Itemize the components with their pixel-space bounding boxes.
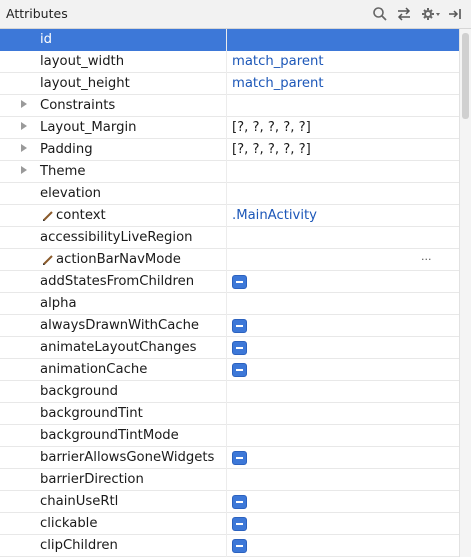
expand-arrow-icon[interactable]: [21, 100, 27, 108]
attributes-header: Attributes: [0, 0, 471, 29]
attribute-value[interactable]: match_parent: [232, 76, 324, 91]
attribute-name: layout_width: [40, 54, 125, 69]
indeterminate-checkbox[interactable]: [232, 539, 247, 553]
attribute-name: barrierDirection: [40, 472, 144, 487]
attribute-name: Theme: [40, 164, 86, 179]
attribute-name: animateLayoutChanges: [40, 340, 197, 355]
attribute-row[interactable]: backgroundTintMode: [0, 425, 459, 447]
panel-title: Attributes: [6, 6, 68, 21]
attributes-table: id layout_width match_parent layout_height m…: [0, 29, 459, 557]
attribute-name: clipChildren: [40, 538, 118, 553]
attribute-row[interactable]: elevation: [0, 183, 459, 205]
attribute-row[interactable]: barrierDirection: [0, 469, 459, 491]
pencil-icon: [43, 255, 53, 265]
attribute-row[interactable]: Padding [?, ?, ?, ?, ?]: [0, 139, 459, 161]
attribute-row[interactable]: animationCache: [0, 359, 459, 381]
expand-arrow-icon[interactable]: [21, 144, 27, 152]
attribute-name: context: [56, 208, 106, 223]
vertical-scrollbar[interactable]: [459, 29, 471, 557]
attribute-row[interactable]: id: [0, 29, 459, 51]
attribute-value[interactable]: [?, ?, ?, ?, ?]: [232, 142, 311, 157]
indeterminate-checkbox[interactable]: [232, 451, 247, 465]
attribute-name: addStatesFromChildren: [40, 274, 195, 289]
attribute-name: accessibilityLiveRegion: [40, 230, 193, 245]
attribute-name: Layout_Margin: [40, 120, 137, 135]
attribute-row[interactable]: layout_width match_parent: [0, 51, 459, 73]
attribute-name: chainUseRtl: [40, 494, 119, 509]
attribute-row[interactable]: clickable: [0, 513, 459, 535]
attribute-row[interactable]: Constraints: [0, 95, 459, 117]
attribute-row[interactable]: layout_height match_parent: [0, 73, 459, 95]
attribute-row[interactable]: backgroundTint: [0, 403, 459, 425]
attribute-row[interactable]: addStatesFromChildren: [0, 271, 459, 293]
attribute-value[interactable]: match_parent: [232, 54, 324, 69]
attribute-name: layout_height: [40, 76, 130, 91]
attribute-name: alwaysDrawnWithCache: [40, 318, 200, 333]
indeterminate-checkbox[interactable]: [232, 363, 247, 377]
indeterminate-checkbox[interactable]: [232, 275, 247, 289]
attribute-name: Constraints: [40, 98, 116, 113]
attribute-value[interactable]: .MainActivity: [232, 208, 317, 223]
indeterminate-checkbox[interactable]: [232, 495, 247, 509]
attribute-row[interactable]: chainUseRtl: [0, 491, 459, 513]
indeterminate-checkbox[interactable]: [232, 517, 247, 531]
pin-icon[interactable]: [446, 4, 464, 24]
attribute-row[interactable]: accessibilityLiveRegion: [0, 227, 459, 249]
attribute-row[interactable]: alwaysDrawnWithCache: [0, 315, 459, 337]
attribute-name: elevation: [40, 186, 102, 201]
attribute-row[interactable]: Theme: [0, 161, 459, 183]
attribute-name: Padding: [40, 142, 93, 157]
attribute-name: actionBarNavMode: [56, 252, 181, 267]
attribute-name: alpha: [40, 296, 77, 311]
attribute-name: backgroundTint: [40, 406, 143, 421]
attribute-name: backgroundTintMode: [40, 428, 179, 443]
indeterminate-checkbox[interactable]: [232, 319, 247, 333]
pencil-icon: [43, 211, 53, 221]
attribute-name: barrierAllowsGoneWidgets: [40, 450, 215, 465]
attribute-row[interactable]: actionBarNavMode...: [0, 249, 459, 271]
attribute-row[interactable]: Layout_Margin [?, ?, ?, ?, ?]: [0, 117, 459, 139]
swap-arrows-icon[interactable]: [395, 4, 413, 24]
column-divider: [226, 29, 227, 557]
attribute-name: id: [40, 32, 53, 47]
more-options-button[interactable]: ...: [421, 250, 432, 263]
attribute-row[interactable]: context .MainActivity: [0, 205, 459, 227]
expand-arrow-icon[interactable]: [21, 166, 27, 174]
attribute-name: clickable: [40, 516, 98, 531]
scrollbar-thumb[interactable]: [462, 33, 469, 119]
expand-arrow-icon[interactable]: [21, 122, 27, 130]
attribute-row[interactable]: barrierAllowsGoneWidgets: [0, 447, 459, 469]
attribute-name: animationCache: [40, 362, 148, 377]
search-icon[interactable]: [371, 4, 389, 24]
attribute-row[interactable]: background: [0, 381, 459, 403]
attribute-value[interactable]: [?, ?, ?, ?, ?]: [232, 120, 311, 135]
attribute-row[interactable]: animateLayoutChanges: [0, 337, 459, 359]
attribute-name: background: [40, 384, 118, 399]
attribute-row[interactable]: clipChildren: [0, 535, 459, 557]
attribute-row[interactable]: alpha: [0, 293, 459, 315]
indeterminate-checkbox[interactable]: [232, 341, 247, 355]
gear-icon[interactable]: [420, 4, 442, 24]
